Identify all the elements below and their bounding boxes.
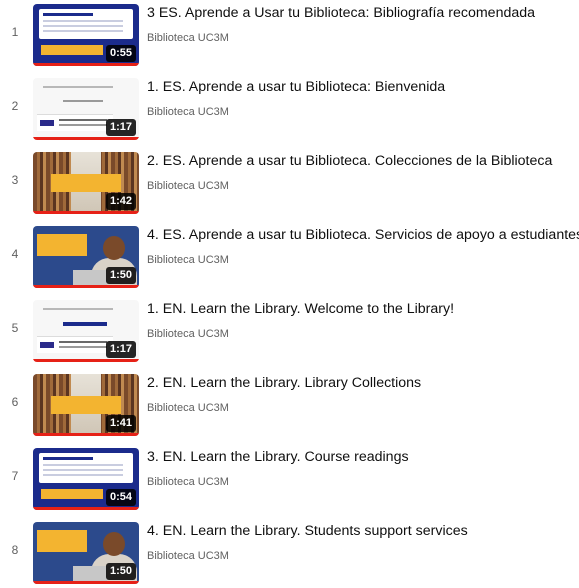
video-title[interactable]: 3. EN. Learn the Library. Course reading… bbox=[147, 448, 579, 466]
thumbnail-caption-band bbox=[51, 396, 121, 414]
watch-progress-bar bbox=[33, 359, 139, 362]
video-title[interactable]: 3 ES. Aprende a Usar tu Biblioteca: Bibl… bbox=[147, 4, 579, 22]
thumbnail-caption-band bbox=[51, 174, 121, 192]
duration-badge: 0:55 bbox=[105, 45, 136, 62]
video-thumbnail[interactable]: 0:55 bbox=[33, 4, 139, 66]
video-thumbnail[interactable]: 1:42 bbox=[33, 152, 139, 214]
thumbnail-screen-image bbox=[39, 9, 133, 39]
video-title[interactable]: 4. ES. Aprende a usar tu Biblioteca. Ser… bbox=[147, 226, 579, 244]
playlist-index: 3 bbox=[11, 173, 19, 187]
video-thumbnail[interactable]: 1:17 bbox=[33, 78, 139, 140]
thumbnail-caption-band bbox=[41, 45, 103, 55]
video-title[interactable]: 2. ES. Aprende a usar tu Biblioteca. Col… bbox=[147, 152, 579, 170]
playlist-index: 1 bbox=[11, 25, 19, 39]
video-thumbnail[interactable]: 1:50 bbox=[33, 522, 139, 584]
playlist-index: 7 bbox=[11, 469, 19, 483]
channel-name[interactable]: Biblioteca UC3M bbox=[147, 180, 229, 192]
video-title[interactable]: 4. EN. Learn the Library. Students suppo… bbox=[147, 522, 579, 540]
duration-badge: 1:50 bbox=[105, 267, 136, 284]
playlist-item[interactable]: 3 1:42 2. ES. Aprende a usar tu Bibliote… bbox=[0, 148, 579, 218]
channel-name[interactable]: Biblioteca UC3M bbox=[147, 106, 229, 118]
duration-badge: 1:41 bbox=[105, 415, 136, 432]
thumbnail-welcome-text bbox=[63, 100, 103, 102]
video-thumbnail[interactable]: 0:54 bbox=[33, 448, 139, 510]
channel-name[interactable]: Biblioteca UC3M bbox=[147, 254, 229, 266]
video-title[interactable]: 1. ES. Aprende a usar tu Biblioteca: Bie… bbox=[147, 78, 579, 96]
duration-badge: 1:17 bbox=[105, 341, 136, 358]
uc3m-logo bbox=[37, 114, 113, 131]
thumbnail-heading-text bbox=[43, 86, 113, 88]
channel-name[interactable]: Biblioteca UC3M bbox=[147, 550, 229, 562]
video-thumbnail[interactable]: 1:17 bbox=[33, 300, 139, 362]
thumbnail-screen-image bbox=[39, 453, 133, 483]
playlist-item[interactable]: 1 0:55 3 ES. Aprende a Usar tu Bibliotec… bbox=[0, 0, 579, 70]
channel-name[interactable]: Biblioteca UC3M bbox=[147, 328, 229, 340]
watch-progress-bar bbox=[33, 63, 139, 66]
video-title[interactable]: 2. EN. Learn the Library. Library Collec… bbox=[147, 374, 579, 392]
watch-progress-bar bbox=[33, 433, 139, 436]
thumbnail-caption-band bbox=[37, 530, 87, 552]
watch-progress-bar bbox=[33, 211, 139, 214]
watch-progress-bar bbox=[33, 285, 139, 288]
channel-name[interactable]: Biblioteca UC3M bbox=[147, 32, 229, 44]
thumbnail-heading-text bbox=[43, 308, 113, 310]
playlist-item[interactable]: 6 1:41 2. EN. Learn the Library. Library… bbox=[0, 370, 579, 440]
thumbnail-person-head bbox=[103, 532, 125, 556]
video-title[interactable]: 1. EN. Learn the Library. Welcome to the… bbox=[147, 300, 579, 318]
playlist-item[interactable]: 8 1:50 4. EN. Learn the Library. Student… bbox=[0, 518, 579, 588]
playlist-index: 4 bbox=[11, 247, 19, 261]
thumbnail-laptop bbox=[73, 270, 107, 286]
playlist-video-list: 1 0:55 3 ES. Aprende a Usar tu Bibliotec… bbox=[0, 0, 579, 584]
watch-progress-bar bbox=[33, 507, 139, 510]
playlist-index: 2 bbox=[11, 99, 19, 113]
playlist-item[interactable]: 4 1:50 4. ES. Aprende a usar tu Bibliote… bbox=[0, 222, 579, 292]
duration-badge: 0:54 bbox=[105, 489, 136, 506]
thumbnail-caption-band bbox=[41, 489, 103, 499]
watch-progress-bar bbox=[33, 137, 139, 140]
playlist-index: 6 bbox=[11, 395, 19, 409]
channel-name[interactable]: Biblioteca UC3M bbox=[147, 402, 229, 414]
playlist-item[interactable]: 5 1:17 1. EN. Learn the Library. Welcome… bbox=[0, 296, 579, 366]
playlist-index: 8 bbox=[11, 543, 19, 557]
duration-badge: 1:17 bbox=[105, 119, 136, 136]
playlist-item[interactable]: 7 0:54 3. EN. Learn the Library. Course … bbox=[0, 444, 579, 514]
video-thumbnail[interactable]: 1:41 bbox=[33, 374, 139, 436]
thumbnail-caption-band bbox=[37, 234, 87, 256]
uc3m-logo bbox=[37, 336, 113, 353]
thumbnail-welcome-text bbox=[63, 322, 107, 326]
channel-name[interactable]: Biblioteca UC3M bbox=[147, 476, 229, 488]
duration-badge: 1:50 bbox=[105, 563, 136, 580]
playlist-item[interactable]: 2 1:17 1. ES. Aprende a usar tu Bibliote… bbox=[0, 74, 579, 144]
thumbnail-person-head bbox=[103, 236, 125, 260]
duration-badge: 1:42 bbox=[105, 193, 136, 210]
playlist-index: 5 bbox=[11, 321, 19, 335]
video-thumbnail[interactable]: 1:50 bbox=[33, 226, 139, 288]
thumbnail-laptop bbox=[73, 566, 107, 582]
